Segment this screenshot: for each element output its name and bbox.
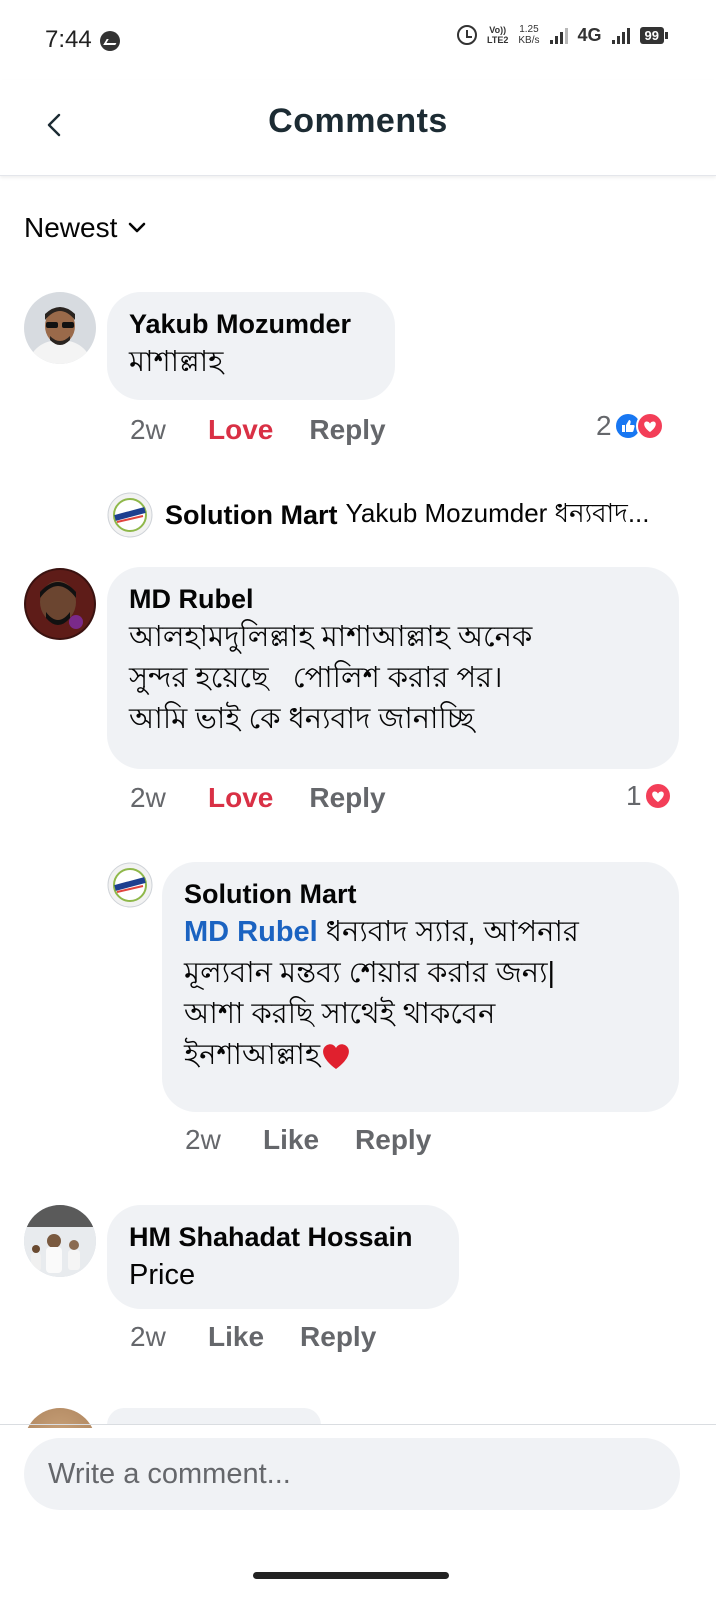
volte-indicator: Vo)) LTE2 bbox=[487, 25, 508, 45]
like-button[interactable]: Like bbox=[208, 1321, 264, 1353]
reply-text-rest: ধন্যবাদ স্যার, আপনার bbox=[317, 916, 579, 948]
reply-preview-text: Yakub Mozumder ধন্যবাদ... bbox=[345, 498, 650, 528]
sort-label: Newest bbox=[24, 212, 118, 243]
comment-bubble[interactable]: Yakub Mozumder মাশাল্লাহ bbox=[107, 292, 395, 400]
reply-button[interactable]: Reply bbox=[300, 1321, 376, 1353]
comment-text-line: আলহামদুলিল্লাহ মাশাআল্লাহ অনেক bbox=[129, 621, 533, 653]
comment-actions: 2w Love Reply bbox=[130, 414, 422, 446]
comment-author[interactable]: MD Rubel bbox=[129, 581, 657, 617]
speed-value: 1.25 bbox=[519, 24, 539, 35]
alarm-icon bbox=[457, 25, 478, 45]
comment-author[interactable]: HM Shahadat Hossain bbox=[129, 1219, 437, 1255]
speed-unit: KB/s bbox=[518, 35, 540, 46]
love-button[interactable]: Love bbox=[208, 782, 273, 814]
solution-mart-avatar[interactable] bbox=[107, 862, 153, 908]
home-indicator[interactable] bbox=[253, 1572, 449, 1579]
avatar[interactable] bbox=[24, 1205, 96, 1277]
reply-text-end: ইনশাআল্লাহ bbox=[184, 1039, 321, 1071]
reply-button[interactable]: Reply bbox=[309, 782, 385, 814]
comment-actions: 2w Like Reply bbox=[130, 1321, 412, 1353]
comment-input[interactable]: Write a comment... bbox=[24, 1438, 680, 1510]
reply-button[interactable]: Reply bbox=[355, 1124, 431, 1156]
mention-link[interactable]: MD Rubel bbox=[184, 916, 318, 948]
comment-text-line: আমি ভাই কে ধন্যবাদ জানাচ্ছি bbox=[129, 703, 475, 735]
love-button[interactable]: Love bbox=[208, 414, 273, 446]
comment-bubble[interactable]: HM Shahadat Hossain Price bbox=[107, 1205, 459, 1309]
solution-mart-avatar bbox=[107, 492, 153, 538]
signal-2-icon bbox=[611, 26, 630, 44]
comment-time: 2w bbox=[130, 1321, 166, 1352]
love-reaction-icon bbox=[635, 412, 664, 440]
reply-bubble[interactable]: Solution Mart MD Rubel ধন্যবাদ স্যার, আপ… bbox=[162, 862, 679, 1112]
reaction-summary[interactable]: 1 bbox=[626, 780, 672, 812]
comment-actions: 2w Love Reply bbox=[130, 782, 422, 814]
comment-text-line: সুন্দর হয়েছে পোলিশ করার পর। bbox=[129, 662, 503, 694]
avatar bbox=[24, 1408, 96, 1428]
reaction-summary[interactable]: 2 bbox=[596, 410, 664, 442]
comment-time: 2w bbox=[130, 782, 166, 813]
chevron-down-icon bbox=[127, 221, 147, 235]
reply-text-line: ইনশাআল্লাহ bbox=[184, 1035, 657, 1076]
composer-divider bbox=[0, 1424, 716, 1425]
comment-bubble bbox=[107, 1408, 321, 1425]
reply-actions: 2w Like Reply bbox=[185, 1124, 467, 1156]
like-button[interactable]: Like bbox=[263, 1124, 319, 1156]
page-title: Comments bbox=[268, 102, 448, 140]
comment-input-placeholder: Write a comment... bbox=[48, 1457, 291, 1490]
reply-preview-author: Solution Mart bbox=[165, 499, 338, 530]
battery-icon: 99 bbox=[639, 26, 669, 44]
volte-bottom-label: LTE2 bbox=[487, 35, 509, 45]
status-bar: 7:44 Vo)) LTE2 1.25 KB/s 4G 99 bbox=[0, 0, 716, 80]
reply-button[interactable]: Reply bbox=[309, 414, 385, 446]
comment-bubble[interactable]: MD Rubel আলহামদুলিল্লাহ মাশাআল্লাহ অনেক … bbox=[107, 567, 679, 769]
network-type: 4G bbox=[577, 24, 602, 45]
reaction-count: 1 bbox=[626, 780, 642, 811]
status-time: 7:44 bbox=[45, 26, 92, 53]
reply-author[interactable]: Solution Mart bbox=[184, 876, 657, 912]
signal-1-icon bbox=[549, 26, 568, 44]
comment-time: 2w bbox=[130, 414, 166, 445]
avatar[interactable] bbox=[24, 568, 96, 640]
comment-text: মাশাল্লাহ bbox=[129, 346, 224, 378]
love-reaction-icon bbox=[643, 782, 672, 810]
reply-text-line: MD Rubel ধন্যবাদ স্যার, আপনার bbox=[184, 912, 657, 953]
header: Comments bbox=[0, 80, 716, 176]
avatar[interactable] bbox=[24, 292, 96, 364]
sort-dropdown[interactable]: Newest bbox=[24, 212, 147, 244]
messenger-notification-icon bbox=[100, 31, 120, 51]
reply-preview[interactable]: Solution Mart Yakub Mozumder ধন্যবাদ... bbox=[107, 492, 650, 538]
reply-text-line: মূল্যবান মন্তব্য শেয়ার করার জন্য| bbox=[184, 957, 556, 989]
network-speed: 1.25 KB/s bbox=[518, 24, 539, 46]
comment-text: Price bbox=[129, 1259, 196, 1291]
comment-author[interactable]: Yakub Mozumder bbox=[129, 306, 373, 342]
red-heart-icon bbox=[320, 1041, 352, 1071]
reply-time: 2w bbox=[185, 1124, 221, 1155]
reply-text-line: আশা করছি সাথেই থাকবেন bbox=[184, 998, 496, 1030]
status-indicators: Vo)) LTE2 1.25 KB/s 4G 99 bbox=[457, 24, 669, 46]
volte-top-label: Vo)) bbox=[489, 25, 507, 35]
reaction-count: 2 bbox=[596, 410, 612, 441]
